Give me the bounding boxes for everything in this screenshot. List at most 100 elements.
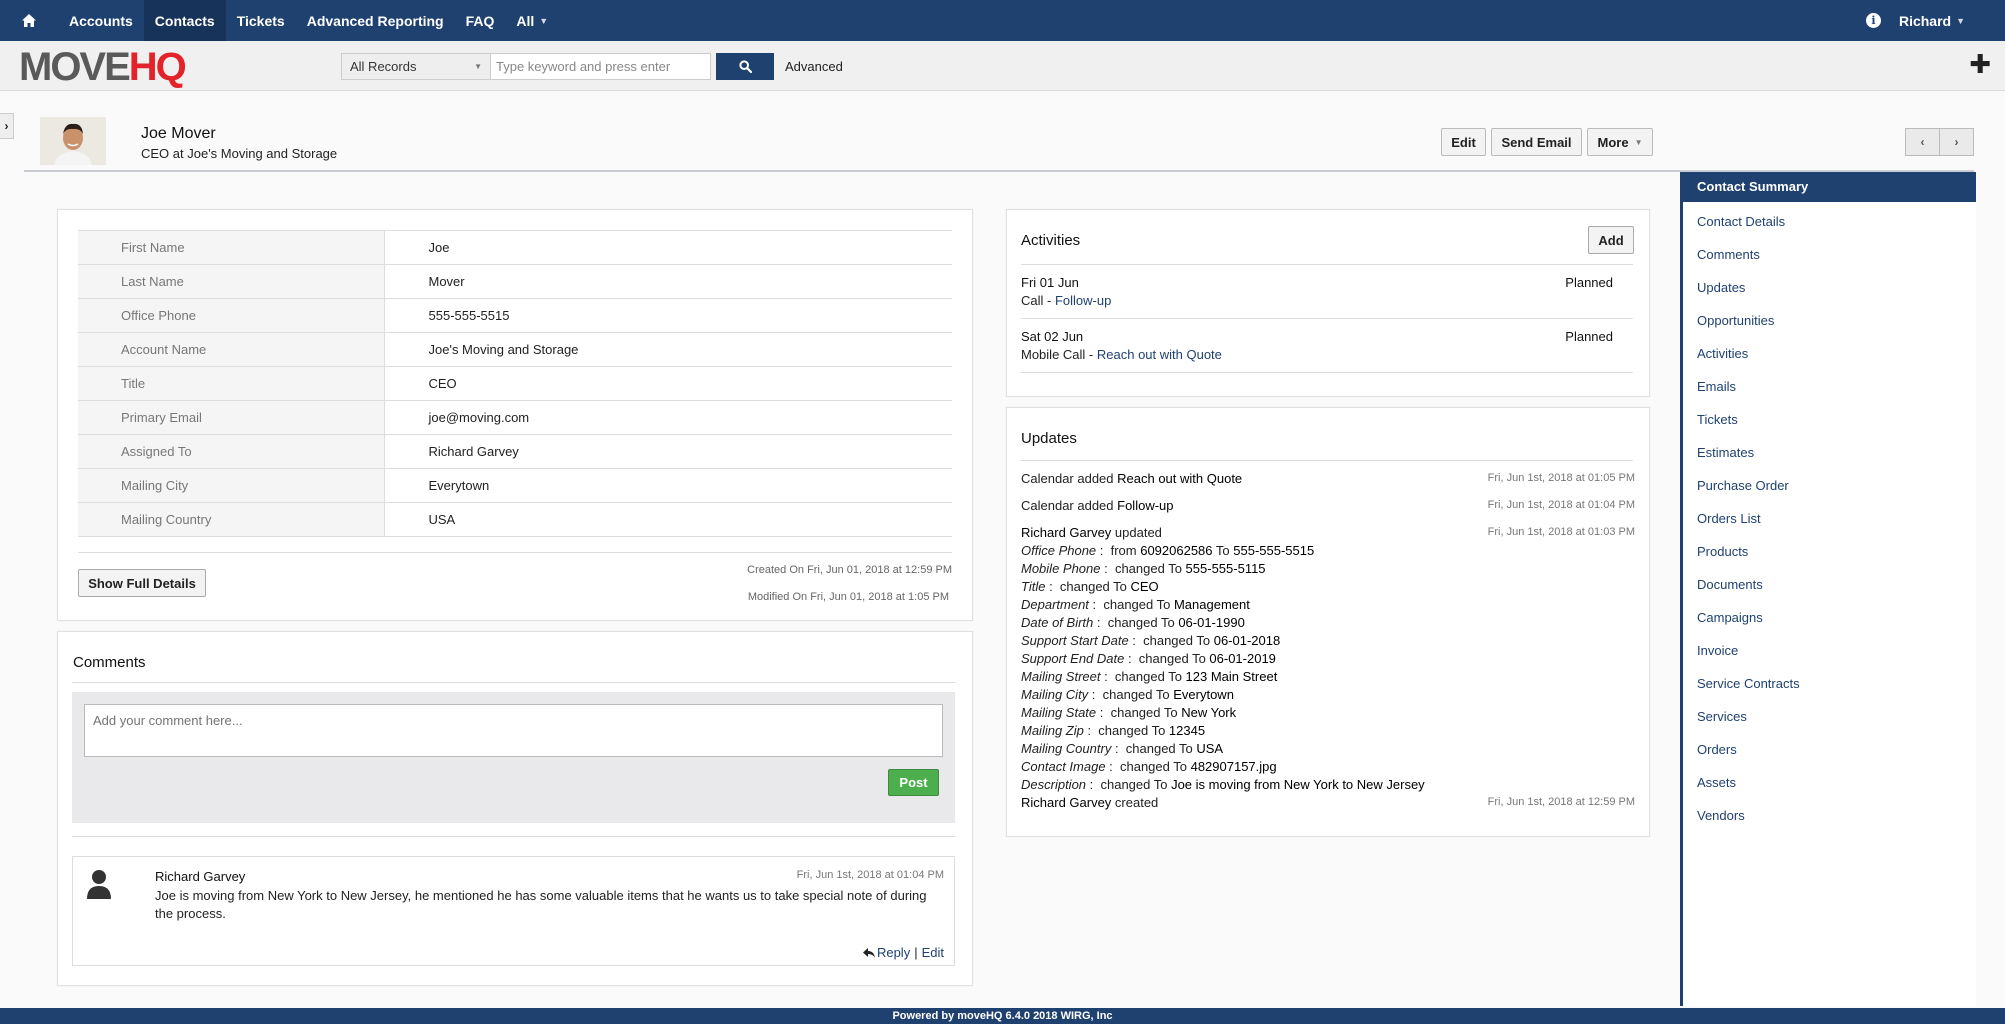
info-icon[interactable]: i bbox=[1865, 13, 1881, 28]
sidebar-item-purchase-order[interactable]: Purchase Order bbox=[1683, 469, 1976, 502]
advanced-search-link[interactable]: Advanced bbox=[785, 59, 843, 74]
search-input[interactable] bbox=[491, 53, 711, 80]
sidebar-item-tickets[interactable]: Tickets bbox=[1683, 403, 1976, 436]
activity-item[interactable]: Fri 01 Jun Call - Follow-up Planned bbox=[1021, 265, 1633, 319]
nav-accounts[interactable]: Accounts bbox=[58, 0, 144, 41]
logo-move-text: MOVE bbox=[19, 45, 131, 89]
sidebar-item-estimates[interactable]: Estimates bbox=[1683, 436, 1976, 469]
activity-subject-link[interactable]: Reach out with Quote bbox=[1097, 347, 1222, 362]
sidebar-item-invoice[interactable]: Invoice bbox=[1683, 634, 1976, 667]
update-change: Mailing Street : changed To 123 Main Str… bbox=[1021, 669, 1277, 684]
update-change: Department : changed To Management bbox=[1021, 597, 1250, 612]
update-entry: Calendar added Follow-up bbox=[1021, 498, 1174, 513]
change-to: 555-555-5515 bbox=[1233, 543, 1315, 558]
sidebar-item-documents[interactable]: Documents bbox=[1683, 568, 1976, 601]
sidebar-item-updates[interactable]: Updates bbox=[1683, 271, 1976, 304]
nav-faq[interactable]: FAQ bbox=[455, 0, 506, 41]
show-full-details-button[interactable]: Show Full Details bbox=[78, 569, 206, 597]
send-email-button[interactable]: Send Email bbox=[1491, 128, 1582, 156]
change-separator: : changed To bbox=[1088, 597, 1174, 612]
records-filter-select[interactable]: All Records ▼ bbox=[341, 53, 491, 80]
reply-label: Reply bbox=[876, 945, 911, 960]
change-separator: : changed To bbox=[1124, 651, 1210, 666]
sidebar-item-contact-details[interactable]: Contact Details bbox=[1683, 205, 1976, 238]
search-button[interactable] bbox=[716, 53, 774, 80]
next-record-button[interactable]: › bbox=[1939, 128, 1974, 156]
sidebar-item-contact-summary[interactable]: Contact Summary bbox=[1683, 172, 1976, 202]
nav-all-menu[interactable]: All ▼ bbox=[505, 0, 559, 41]
change-field: Mailing State bbox=[1021, 705, 1097, 720]
nav-contacts[interactable]: Contacts bbox=[143, 0, 226, 41]
movehq-logo[interactable]: MOVEHQ bbox=[19, 45, 187, 89]
change-separator: : changed To bbox=[1100, 561, 1186, 576]
update-entry: Richard Garvey updated bbox=[1021, 525, 1162, 540]
activity-subject-link[interactable]: Follow-up bbox=[1055, 293, 1111, 308]
change-field: Mailing Zip bbox=[1021, 723, 1084, 738]
detail-value: 555-555-5515 bbox=[384, 298, 952, 333]
comment-input[interactable] bbox=[84, 704, 943, 757]
add-activity-button[interactable]: Add bbox=[1588, 226, 1634, 254]
change-to: 06-01-1990 bbox=[1178, 615, 1245, 630]
comment-actions: Reply | Edit bbox=[862, 945, 944, 960]
sidebar-item-comments[interactable]: Comments bbox=[1683, 238, 1976, 271]
sidebar-item-assets[interactable]: Assets bbox=[1683, 766, 1976, 799]
update-change: Title : changed To CEO bbox=[1021, 579, 1159, 594]
detail-label: Office Phone bbox=[78, 298, 385, 333]
detail-value: USA bbox=[384, 502, 952, 537]
update-prefix: Calendar added bbox=[1021, 498, 1118, 513]
sidebar-item-products[interactable]: Products bbox=[1683, 535, 1976, 568]
detail-value: joe@moving.com bbox=[384, 400, 952, 435]
contact-header: Joe Mover CEO at Joe's Moving and Storag… bbox=[24, 112, 1974, 172]
caret-down-icon: ▼ bbox=[1956, 15, 1965, 26]
activity-status: Planned bbox=[1565, 329, 1613, 344]
nav-advanced-reporting[interactable]: Advanced Reporting bbox=[296, 0, 455, 41]
update-change: Mailing State : changed To New York bbox=[1021, 705, 1236, 720]
sidebar-item-services[interactable]: Services bbox=[1683, 700, 1976, 733]
sidebar-item-activities[interactable]: Activities bbox=[1683, 337, 1976, 370]
activity-description: Mobile Call - Reach out with Quote bbox=[1021, 347, 1222, 362]
sidebar-item-opportunities[interactable]: Opportunities bbox=[1683, 304, 1976, 337]
change-separator: : changed To bbox=[1111, 741, 1197, 756]
top-navbar: Accounts Contacts Tickets Advanced Repor… bbox=[0, 0, 2005, 41]
detail-label: Primary Email bbox=[78, 400, 385, 435]
activities-title: Activities bbox=[1021, 232, 1081, 249]
user-menu[interactable]: Richard ▼ bbox=[1899, 13, 1965, 29]
sidebar-item-vendors[interactable]: Vendors bbox=[1683, 799, 1976, 832]
change-separator: : changed To bbox=[1105, 759, 1191, 774]
sidebar-item-orders[interactable]: Orders bbox=[1683, 733, 1976, 766]
previous-record-button[interactable]: ‹ bbox=[1905, 128, 1940, 156]
change-field: Title bbox=[1021, 579, 1046, 594]
sidebar-toggle-chevron-icon[interactable]: › bbox=[0, 113, 14, 139]
update-subject[interactable]: Reach out with Quote bbox=[1117, 471, 1242, 486]
activity-status: Planned bbox=[1565, 275, 1613, 290]
sidebar-item-service-contracts[interactable]: Service Contracts bbox=[1683, 667, 1976, 700]
sidebar-item-orders-list[interactable]: Orders List bbox=[1683, 502, 1976, 535]
update-subject[interactable]: Follow-up bbox=[1117, 498, 1173, 513]
activity-item[interactable]: Sat 02 Jun Mobile Call - Reach out with Q… bbox=[1021, 319, 1633, 373]
home-button[interactable] bbox=[0, 0, 58, 41]
change-from: 6092062586 bbox=[1140, 543, 1213, 558]
edit-button[interactable]: Edit bbox=[1441, 128, 1486, 156]
change-to: Joe is moving from New York to New Jerse… bbox=[1171, 777, 1425, 792]
post-comment-button[interactable]: Post bbox=[888, 769, 939, 796]
updates-title: Updates bbox=[1021, 430, 1077, 447]
sidebar-item-emails[interactable]: Emails bbox=[1683, 370, 1976, 403]
nav-tickets[interactable]: Tickets bbox=[226, 0, 296, 41]
change-to: 06-01-2018 bbox=[1213, 633, 1281, 648]
more-button[interactable]: More ▼ bbox=[1587, 128, 1653, 156]
activity-type: Call bbox=[1021, 293, 1044, 308]
update-subject[interactable]: Richard Garvey bbox=[1021, 795, 1111, 810]
comment-text: Joe is moving from New York to New Jerse… bbox=[155, 888, 927, 921]
more-button-label: More bbox=[1597, 134, 1629, 150]
reply-link[interactable]: Reply bbox=[862, 945, 911, 960]
change-field: Department bbox=[1021, 597, 1089, 612]
detail-row: Title CEO bbox=[78, 366, 952, 401]
sidebar-item-campaigns[interactable]: Campaigns bbox=[1683, 601, 1976, 634]
edit-comment-link[interactable]: Edit bbox=[922, 945, 944, 960]
comment-timestamp: Fri, Jun 1st, 2018 at 01:04 PM bbox=[796, 869, 944, 881]
update-subject[interactable]: Richard Garvey bbox=[1021, 525, 1111, 540]
update-change: Mailing Country : changed To USA bbox=[1021, 741, 1223, 756]
contact-details-table: First Name Joe Last Name Mover Office Phone 5… bbox=[78, 230, 952, 537]
quick-create-plus-icon[interactable]: ✚ bbox=[1969, 51, 1991, 77]
activity-description: Call - Follow-up bbox=[1021, 293, 1111, 308]
